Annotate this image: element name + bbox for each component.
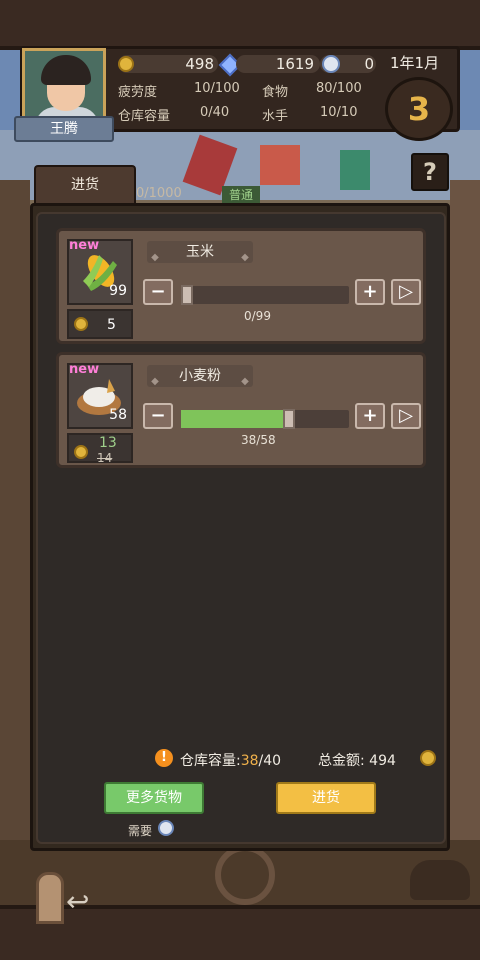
decrease-button[interactable]: − [143,279,173,305]
warehouse-label: 仓库容量 [118,109,171,124]
summary-total-label: 总金额: [318,753,365,769]
pots-decoration [410,860,470,900]
item-price: 13 [99,435,117,451]
item-name-pill: ◆ 小麦粉 ◆ [147,365,253,387]
tab-purchase[interactable]: 进货 [34,165,136,203]
new-tag: new [69,362,100,377]
flag-decoration [340,150,370,190]
new-tag: new [69,238,100,253]
quality-tag: 普通 [222,186,260,204]
coin-icon [420,750,436,766]
badge-value: 0 [364,55,374,73]
summary-total-value: 494 [369,753,396,769]
max-button[interactable]: ▷ [391,279,421,305]
player-name: 王腾 [14,116,114,142]
pill-left-icon: ◆ [151,376,159,387]
gold-value: 498 [185,55,214,73]
laurel-badge-icon [158,820,174,836]
item-stock: 58 [109,407,127,423]
laurel-badge-icon [322,55,340,73]
slider-knob[interactable] [283,409,295,429]
quantity-label: 38/58 [241,433,276,447]
exit-door-icon[interactable] [36,872,64,924]
item-name-pill: ◆ 玉米 ◆ [147,241,253,263]
quantity-slider[interactable] [181,409,349,429]
coin-icon [74,445,88,459]
help-button[interactable]: ? [411,153,449,191]
goods-item-flour: new 58 13 14 ◆ 小麦粉 ◆ − + ▷ 38/58 [56,352,426,468]
coin-icon [74,317,88,331]
ship-capacity: 0/1000 [136,186,182,201]
quantity-slider[interactable] [181,285,349,305]
increase-button[interactable]: + [355,403,385,429]
gold-coin-icon [118,56,134,72]
level-badge[interactable]: 3 [385,77,453,141]
sailors-label: 水手 [262,109,289,124]
purchase-button[interactable]: 进货 [276,782,376,814]
pill-left-icon: ◆ [151,252,159,263]
wagon-wheel-decoration [215,845,275,905]
goods-item-corn: new 99 5 ◆ 玉米 ◆ − + ▷ 0/99 [56,228,426,344]
slider-fill [181,410,283,428]
fatigue-value: 10/100 [194,81,240,96]
item-old-price: 14 [97,451,113,465]
quantity-label: 0/99 [244,309,271,323]
increase-button[interactable]: + [355,279,385,305]
max-button[interactable]: ▷ [391,403,421,429]
pill-right-icon: ◆ [241,252,249,263]
food-label: 食物 [262,85,289,100]
background-wall [0,180,30,880]
more-goods-button[interactable]: 更多货物 [104,782,204,814]
slider-knob[interactable] [181,285,193,305]
flag-decoration [260,145,300,185]
total-summary: 总金额: 494 [318,750,396,770]
price-box: 13 14 [67,433,133,465]
decrease-button[interactable]: − [143,403,173,429]
food-value: 80/100 [316,81,362,96]
warehouse-summary: 仓库容量:38/40 [180,750,281,770]
price-box: 5 [67,309,133,339]
item-name: 小麦粉 [179,368,221,384]
avatar-hair [41,55,91,85]
item-name: 玉米 [186,244,214,260]
top-frame [0,0,480,50]
game-date: 1年1月 [390,54,440,72]
summary-capacity-total: /40 [258,753,282,769]
back-arrow-icon[interactable]: ↩ [66,888,100,916]
summary-capacity-used: 38 [240,753,259,769]
sailors-value: 10/10 [320,105,358,120]
requirement-label: 需要 [128,824,153,838]
warehouse-value: 0/40 [200,105,230,120]
gem-value: 1619 [275,55,314,73]
summary-capacity-label: 仓库容量: [180,753,241,769]
player-avatar[interactable] [22,48,106,122]
fatigue-label: 疲劳度 [118,85,158,100]
pill-right-icon: ◆ [241,376,249,387]
item-stock: 99 [109,283,127,299]
background-wall [450,180,480,880]
warning-icon: ! [155,749,173,767]
item-price: 5 [107,317,116,333]
